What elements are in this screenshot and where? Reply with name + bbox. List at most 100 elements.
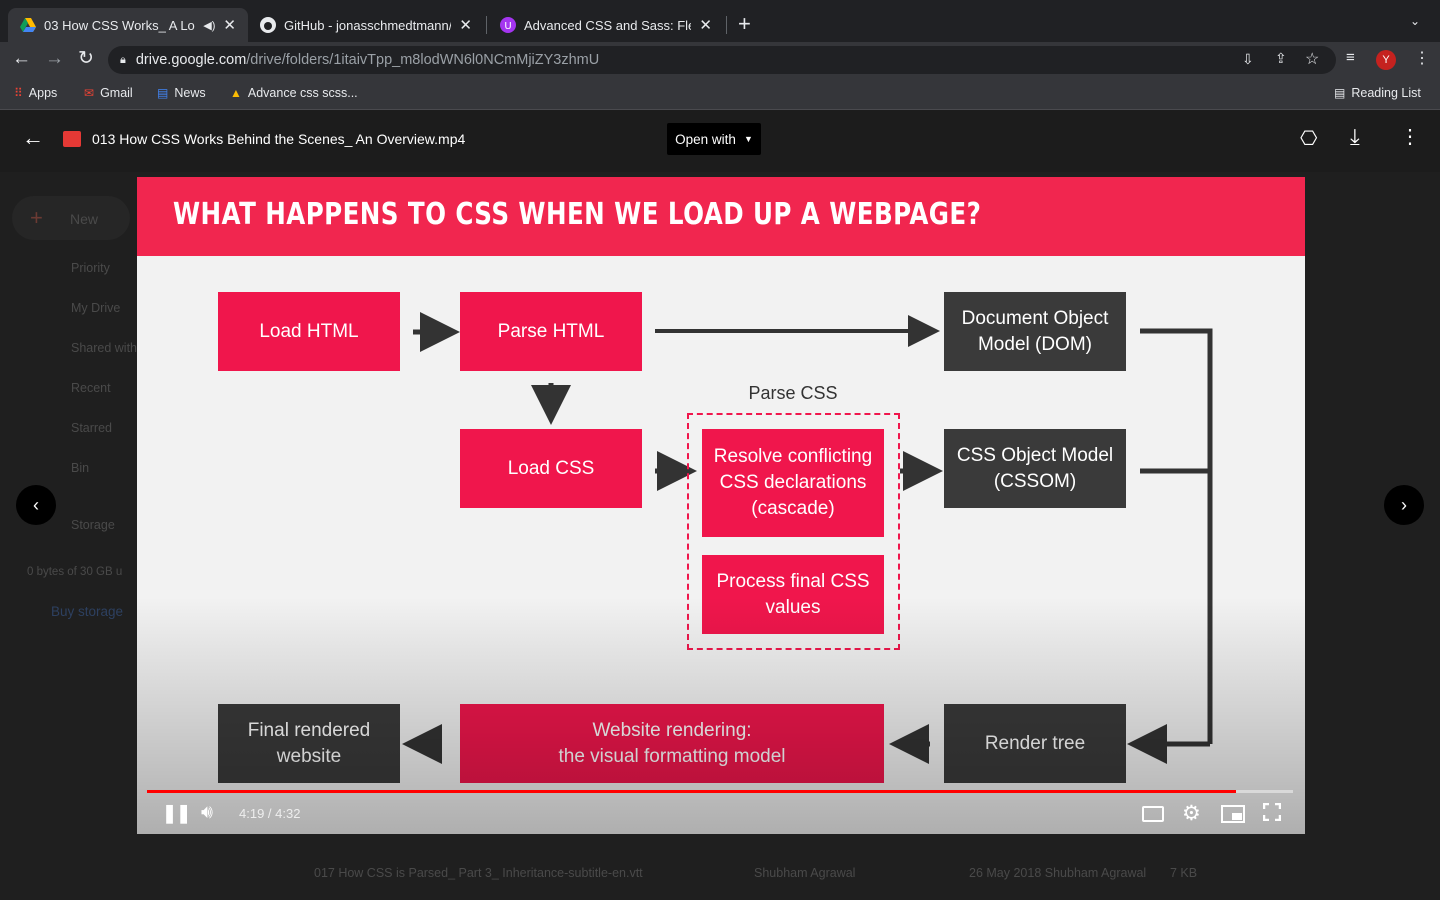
time-display: 4:19 / 4:32 <box>239 806 301 821</box>
bookmark-label: Advance css scss... <box>247 86 358 100</box>
nav-priority: Priority <box>71 261 110 275</box>
file-row-owner: Shubham Agrawal <box>754 866 856 880</box>
browser-toolbar: ← → ↻ 🔒︎ drive.google.com/drive/folders/… <box>0 42 1440 78</box>
new-label: New <box>70 211 99 227</box>
dropdown-arrow-icon: ▼ <box>743 134 753 144</box>
bookmark-news[interactable]: ▤ News <box>157 86 206 100</box>
udemy-icon: U <box>500 17 516 33</box>
file-row-modified: 26 May 2018 Shubham Agrawal <box>969 866 1147 880</box>
load-css-box: Load CSS <box>460 429 642 508</box>
url-host: drive.google.com <box>135 52 247 68</box>
bookmark-apps[interactable]: ⠿ Apps <box>14 86 57 100</box>
bookmark-advance-css[interactable]: ▲ Advance css scss... <box>230 86 358 100</box>
chevron-left-icon: ‹ <box>33 494 39 515</box>
bookmarks-bar: ⠿ Apps ✉ Gmail ▤ News ▲ Advance css scss… <box>0 78 1440 110</box>
speaker-icon[interactable]: ◀︎) <box>203 19 215 32</box>
tab-drive[interactable]: 03 How CSS Works_ A Lo ◀︎) ✕ <box>8 8 248 42</box>
resolve-cascade-box: Resolve conflicting CSS declarations (ca… <box>702 429 884 537</box>
plus-icon: + <box>30 205 43 230</box>
bookmark-star-icon[interactable]: ☆ <box>1305 49 1319 69</box>
tab-title: GitHub - jonasschmedtmann/a <box>284 17 452 33</box>
nav-my-drive: My Drive <box>71 301 121 315</box>
load-html-box: Load HTML <box>218 292 400 371</box>
tab-divider <box>486 16 487 34</box>
tab-title: Advanced CSS and Sass: Flexb <box>524 17 692 33</box>
nav-recent: Recent <box>71 381 111 395</box>
chrome-menu-icon[interactable]: ⋮ <box>1414 48 1430 68</box>
media-control-icon[interactable]: ≡ <box>1346 49 1355 66</box>
reading-list-icon: ▤ <box>1334 86 1346 100</box>
volume-icon[interactable]: 🔊︎ <box>201 802 213 824</box>
tab-search-icon[interactable]: ⌄ <box>1410 14 1420 28</box>
add-to-drive-icon[interactable]: ⎔ <box>1300 126 1317 151</box>
miniplayer-icon[interactable] <box>1221 805 1245 823</box>
fullscreen-icon[interactable] <box>1262 802 1282 822</box>
share-icon[interactable]: ⇪ <box>1275 50 1287 67</box>
final-website-box: Final rendered website <box>218 704 400 783</box>
buy-storage-link: Buy storage <box>51 604 124 619</box>
rendering-line-2: the visual formatting model <box>558 745 786 767</box>
pause-icon[interactable]: ❚❚ <box>162 803 191 824</box>
previous-file-button[interactable]: ‹ <box>16 485 56 525</box>
tab-strip: 03 How CSS Works_ A Lo ◀︎) ✕ GitHub - jo… <box>0 0 1440 42</box>
reload-icon[interactable]: ↻ <box>78 47 94 70</box>
file-row-name: 017 How CSS is Parsed_ Part 3_ Inheritan… <box>314 866 643 880</box>
tab-github[interactable]: GitHub - jonasschmedtmann/a ✕ <box>248 8 484 42</box>
google-news-icon: ▤ <box>157 86 169 100</box>
reading-list-button[interactable]: ▤ Reading List <box>1334 86 1421 100</box>
lock-icon: 🔒︎ <box>120 53 126 66</box>
bookmark-gmail[interactable]: ✉ Gmail <box>84 86 133 100</box>
reading-list-label: Reading List <box>1351 86 1421 100</box>
open-with-button[interactable]: Open with ▼ <box>667 123 761 155</box>
seek-bar-progress <box>147 790 1236 793</box>
url-path: /drive/folders/1itaivTpp_m8lodWN6l0NCmMj… <box>246 52 600 68</box>
settings-gear-icon[interactable]: ⚙ <box>1182 801 1201 826</box>
viewer-header: ← 013 How CSS Works Behind the Scenes_ A… <box>0 110 1440 172</box>
install-icon[interactable]: ⇩ <box>1242 51 1254 68</box>
captions-icon[interactable] <box>1142 806 1164 822</box>
close-tab-icon[interactable]: ✕ <box>223 16 236 34</box>
open-with-label: Open with <box>675 131 736 147</box>
nav-starred: Starred <box>71 421 112 435</box>
tab-udemy[interactable]: U Advanced CSS and Sass: Flexb ✕ <box>488 8 724 42</box>
nav-bin: Bin <box>71 461 90 475</box>
address-bar[interactable]: 🔒︎ drive.google.com/drive/folders/1itaiv… <box>108 46 1336 74</box>
github-icon <box>260 17 276 33</box>
bookmark-label: Apps <box>28 86 58 100</box>
rendering-line-1: Website rendering: <box>592 719 752 741</box>
back-icon[interactable]: ← <box>12 48 31 70</box>
file-name: 013 How CSS Works Behind the Scenes_ An … <box>92 131 466 147</box>
back-arrow-icon[interactable]: ← <box>22 125 44 151</box>
apps-grid-icon: ⠿ <box>14 86 23 100</box>
website-rendering-box: Website rendering: the visual formatting… <box>460 704 884 783</box>
google-drive-icon <box>20 18 36 32</box>
more-options-icon[interactable]: ⋮ <box>1400 124 1420 149</box>
profile-avatar[interactable]: Y <box>1376 50 1396 70</box>
file-row-size: 7 KB <box>1170 866 1198 880</box>
storage-usage: 0 bytes of 30 GB u <box>27 566 123 578</box>
forward-icon[interactable]: → <box>45 48 64 70</box>
video-player[interactable]: WHAT HAPPENS TO CSS WHEN WE LOAD UP A WE… <box>137 177 1305 834</box>
close-tab-icon[interactable]: ✕ <box>699 16 712 34</box>
tab-divider <box>726 16 727 34</box>
new-button: + New <box>12 196 130 240</box>
seek-bar[interactable] <box>147 790 1293 793</box>
svg-text:U: U <box>504 21 511 32</box>
gmail-icon: ✉ <box>84 86 95 100</box>
tab-title: 03 How CSS Works_ A Lo <box>44 17 195 33</box>
dom-box: Document Object Model (DOM) <box>944 292 1126 371</box>
nav-shared: Shared with <box>71 341 138 355</box>
process-values-box: Process final CSS values <box>702 555 884 634</box>
new-tab-button[interactable]: + <box>738 11 751 37</box>
video-file-icon <box>63 131 81 147</box>
bookmark-label: Gmail <box>100 86 133 100</box>
render-tree-box: Render tree <box>944 704 1126 783</box>
google-drive-icon: ▲ <box>230 86 242 100</box>
close-tab-icon[interactable]: ✕ <box>459 16 472 34</box>
next-file-button[interactable]: › <box>1384 485 1424 525</box>
download-icon[interactable]: ⤓ <box>1350 124 1360 150</box>
parse-html-box: Parse HTML <box>460 292 642 371</box>
nav-storage: Storage <box>71 518 115 532</box>
parse-css-label: Parse CSS <box>748 383 838 403</box>
chevron-right-icon: › <box>1401 494 1407 515</box>
